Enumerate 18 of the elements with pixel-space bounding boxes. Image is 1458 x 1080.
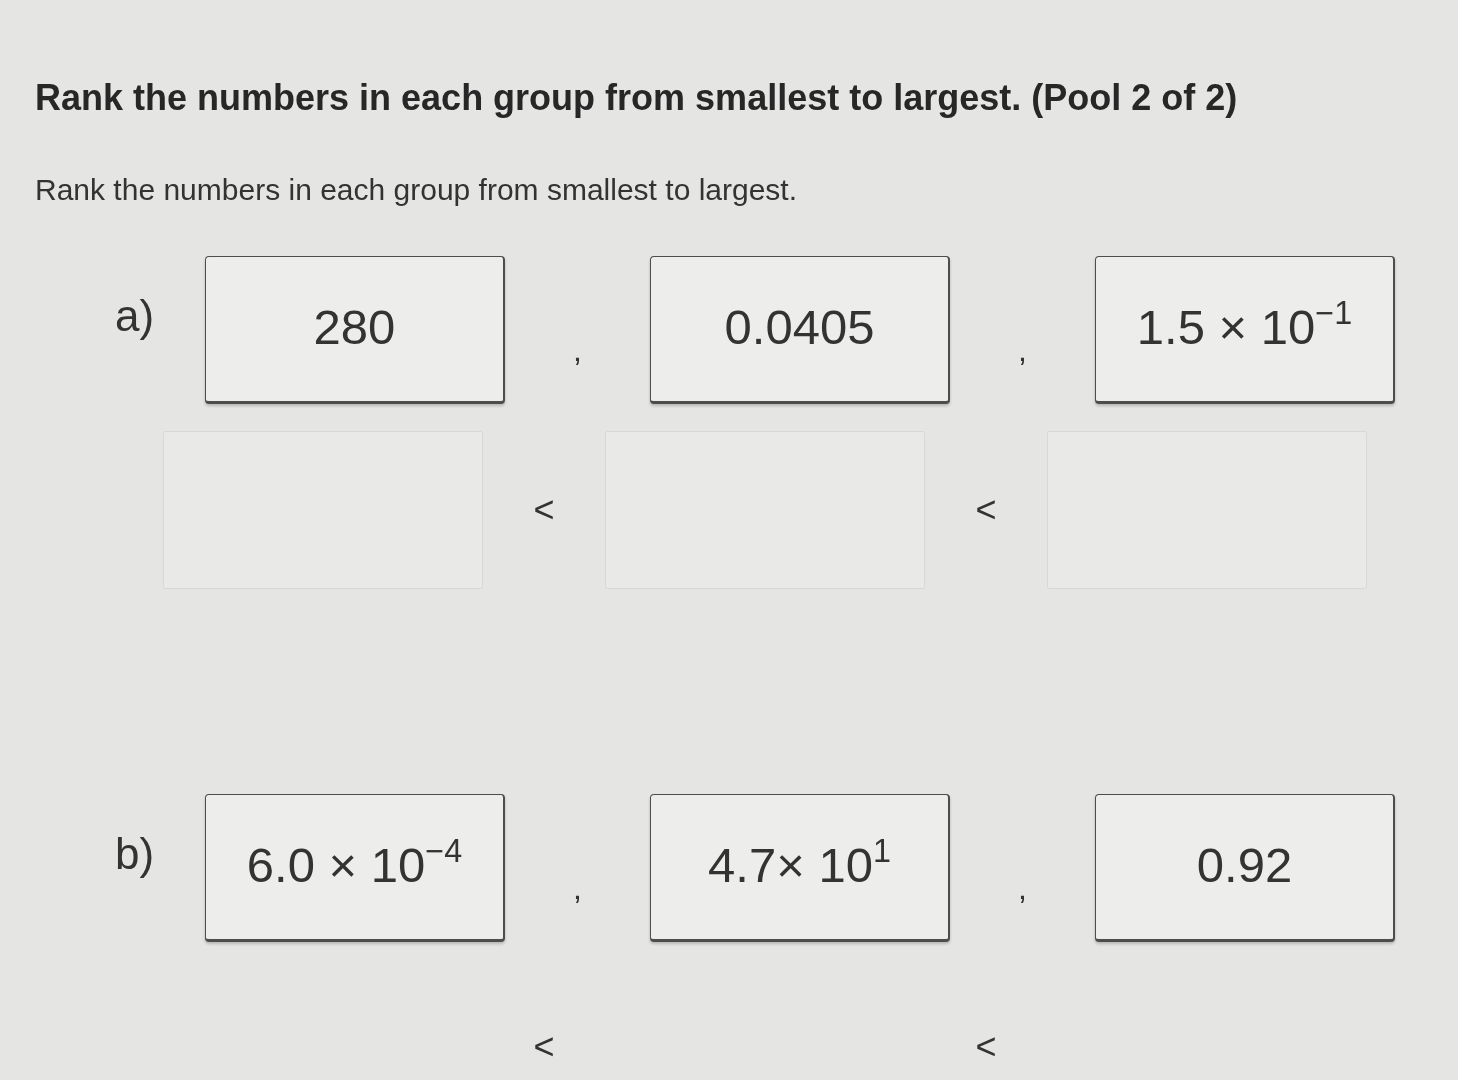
question-title: Rank the numbers in each group from smallest to largest. (Pool 2 of 2) (35, 76, 1238, 120)
comma-separator: , (573, 330, 582, 369)
number-tile[interactable]: 1.5 × 10$^{−1}$ (1095, 256, 1395, 404)
number-tile[interactable]: 4.7× 10$^{1}$ (650, 794, 950, 942)
less-than-sign: < (975, 490, 997, 530)
number-tile[interactable]: 6.0 × 10$^{−4}$ (205, 794, 505, 942)
number-tile[interactable]: 0.0405 (650, 256, 950, 404)
comma-separator: , (1018, 330, 1027, 369)
less-than-sign: < (533, 1027, 555, 1067)
less-than-sign: < (533, 490, 555, 530)
number-tile[interactable]: 280 (205, 256, 505, 404)
instructions-text: Rank the numbers in each group from smallest to largest. (35, 172, 798, 208)
group-label: b) (115, 828, 155, 878)
less-than-sign: < (975, 1027, 997, 1067)
comma-separator: , (1018, 868, 1027, 907)
number-tile[interactable]: 0.92 (1095, 794, 1395, 942)
group-label: a) (115, 290, 155, 340)
comma-separator: , (573, 868, 582, 907)
